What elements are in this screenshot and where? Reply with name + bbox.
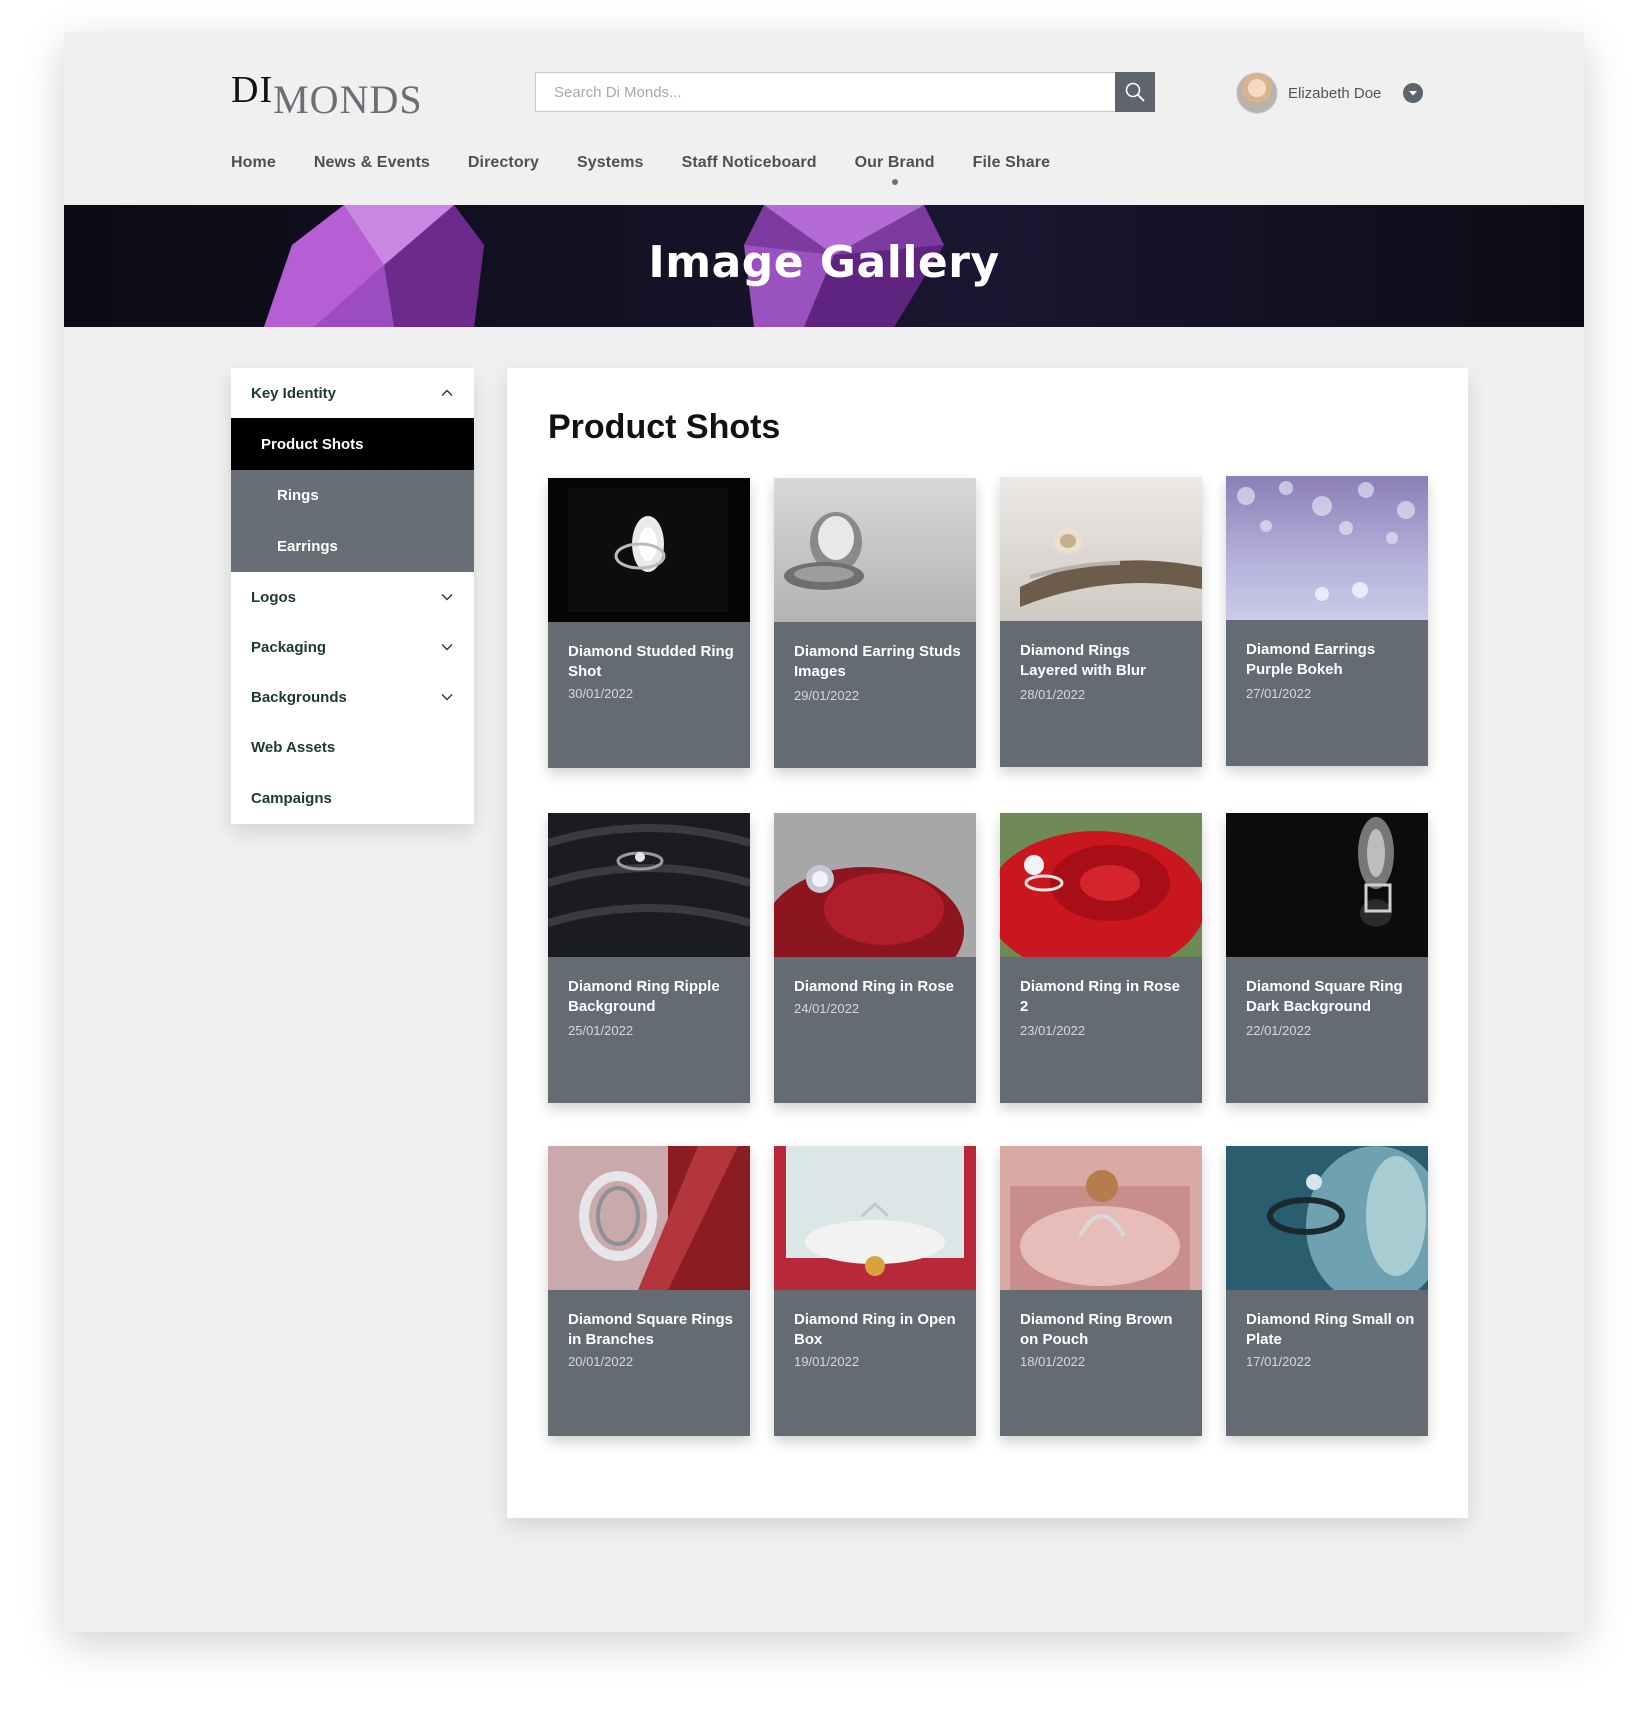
card-thumbnail bbox=[774, 478, 976, 622]
app-frame: DIMONDS Elizabeth Doe Home News & Events… bbox=[64, 32, 1584, 1632]
sidebar-item-label: Packaging bbox=[251, 638, 327, 656]
card-thumbnail bbox=[1226, 476, 1428, 620]
nav-item-our-brand[interactable]: Our Brand bbox=[854, 154, 935, 185]
category-sidebar: Key Identity Product Shots Rings Earring… bbox=[231, 368, 474, 824]
card-date: 27/01/2022 bbox=[1246, 686, 1312, 701]
user-dropdown-button[interactable] bbox=[1403, 83, 1424, 103]
nav-item-file-share[interactable]: File Share bbox=[973, 154, 1050, 184]
sidebar-item-rings[interactable]: Rings bbox=[231, 470, 474, 521]
sidebar-item-label: Product Shots bbox=[261, 435, 364, 453]
chevron-down-icon bbox=[441, 644, 453, 651]
gallery-card[interactable]: Diamond Ring Ripple Background 25/01/202… bbox=[548, 813, 750, 1103]
card-date: 20/01/2022 bbox=[568, 1354, 634, 1369]
sidebar-item-label: Earrings bbox=[277, 538, 338, 555]
card-title: Diamond Ring in Rose bbox=[794, 978, 955, 995]
card-date: 29/01/2022 bbox=[794, 688, 860, 703]
page-title: Image Gallery bbox=[648, 237, 1000, 288]
sidebar-item-product-shots[interactable]: Product Shots bbox=[231, 418, 474, 470]
card-title: Diamond Ring Brown on Pouch bbox=[1020, 1311, 1173, 1348]
card-date: 23/01/2022 bbox=[1020, 1023, 1086, 1038]
logo-text-monds: MONDS bbox=[273, 77, 423, 122]
card-title: Diamond Rings Layered with Blur bbox=[1020, 642, 1146, 679]
chevron-down-icon bbox=[441, 594, 453, 601]
sidebar-item-label: Key Identity bbox=[251, 384, 337, 402]
avatar[interactable] bbox=[1236, 72, 1278, 114]
search-bar bbox=[535, 72, 1155, 112]
card-thumbnail bbox=[548, 1146, 750, 1290]
page-banner: Image Gallery bbox=[64, 205, 1584, 327]
card-thumbnail bbox=[1000, 1146, 1202, 1290]
card-title: Diamond Ring in Rose 2 bbox=[1020, 978, 1181, 1015]
sidebar-item-packaging[interactable]: Packaging bbox=[231, 622, 474, 672]
nav-item-home[interactable]: Home bbox=[231, 154, 276, 184]
card-thumbnail bbox=[548, 813, 750, 957]
search-button[interactable] bbox=[1115, 72, 1155, 112]
card-title: Diamond Square Rings in Branches bbox=[568, 1311, 734, 1348]
gallery-card[interactable]: Diamond Ring Small on Plate 17/01/2022 bbox=[1226, 1146, 1428, 1436]
sidebar-item-campaigns[interactable]: Campaigns bbox=[231, 772, 474, 824]
card-title: Diamond Ring in Open Box bbox=[794, 1311, 956, 1348]
gallery-card[interactable]: Diamond Ring in Open Box 19/01/2022 bbox=[774, 1146, 976, 1436]
card-date: 28/01/2022 bbox=[1020, 687, 1086, 702]
active-nav-indicator bbox=[891, 179, 898, 185]
card-thumbnail bbox=[1226, 813, 1428, 957]
sidebar-item-earrings[interactable]: Earrings bbox=[231, 521, 474, 572]
card-title: Diamond Square Ring Dark Background bbox=[1246, 978, 1403, 1015]
gallery-card[interactable]: Diamond Ring Brown on Pouch 18/01/2022 bbox=[1000, 1146, 1202, 1436]
card-title: Diamond Studded Ring Shot bbox=[568, 643, 734, 680]
main-nav: Home News & Events Directory Systems Sta… bbox=[231, 154, 1088, 185]
gallery-card[interactable]: Diamond Ring in Rose 2 23/01/2022 bbox=[1000, 813, 1202, 1103]
chevron-up-icon bbox=[441, 389, 453, 396]
gallery-card[interactable]: Diamond Earring Studs Images 29/01/2022 bbox=[774, 478, 976, 768]
card-thumbnail bbox=[774, 1146, 976, 1290]
gallery-panel: Product Shots Diamond Studded Ring Shot … bbox=[507, 368, 1468, 1518]
logo[interactable]: DIMONDS bbox=[231, 68, 423, 122]
sidebar-item-web-assets[interactable]: Web Assets bbox=[231, 722, 474, 772]
nav-item-our-brand-label: Our Brand bbox=[854, 154, 935, 171]
card-thumbnail bbox=[1000, 477, 1202, 621]
chevron-down-icon bbox=[441, 694, 453, 701]
card-title: Diamond Ring Ripple Background bbox=[568, 978, 720, 1015]
card-thumbnail bbox=[774, 813, 976, 957]
card-date: 18/01/2022 bbox=[1020, 1354, 1086, 1369]
search-input[interactable] bbox=[535, 72, 1115, 112]
gallery-card[interactable]: Diamond Ring in Rose 24/01/2022 bbox=[774, 813, 976, 1103]
sidebar-item-label: Web Assets bbox=[251, 738, 336, 756]
sidebar-item-label: Logos bbox=[251, 588, 296, 606]
search-icon bbox=[1125, 82, 1145, 102]
gallery-card[interactable]: Diamond Earrings Purple Bokeh 27/01/2022 bbox=[1226, 476, 1428, 766]
chevron-down-icon bbox=[1409, 90, 1418, 95]
sidebar-item-backgrounds[interactable]: Backgrounds bbox=[231, 672, 474, 722]
nav-item-news-events[interactable]: News & Events bbox=[314, 154, 430, 184]
gallery-card[interactable]: Diamond Square Rings in Branches 20/01/2… bbox=[548, 1146, 750, 1436]
logo-text-di: DI bbox=[231, 69, 274, 111]
gallery-card[interactable]: Diamond Square Ring Dark Background 22/0… bbox=[1226, 813, 1428, 1103]
card-date: 22/01/2022 bbox=[1246, 1023, 1312, 1038]
card-thumbnail bbox=[548, 478, 750, 622]
sidebar-item-label: Backgrounds bbox=[251, 688, 347, 706]
nav-item-systems[interactable]: Systems bbox=[577, 154, 644, 184]
card-date: 30/01/2022 bbox=[568, 686, 634, 701]
user-menu[interactable]: Elizabeth Doe bbox=[1236, 72, 1424, 114]
nav-item-staff-noticeboard[interactable]: Staff Noticeboard bbox=[682, 154, 817, 184]
gallery-card[interactable]: Diamond Rings Layered with Blur 28/01/20… bbox=[1000, 477, 1202, 767]
card-title: Diamond Earrings Purple Bokeh bbox=[1246, 641, 1376, 678]
card-title: Diamond Earring Studs Images bbox=[794, 643, 961, 680]
nav-item-directory[interactable]: Directory bbox=[468, 154, 539, 184]
sidebar-item-label: Rings bbox=[277, 487, 319, 504]
sidebar-item-label: Campaigns bbox=[251, 789, 332, 807]
gallery-card[interactable]: Diamond Studded Ring Shot 30/01/2022 bbox=[548, 478, 750, 768]
section-title: Product Shots bbox=[548, 408, 781, 446]
card-date: 24/01/2022 bbox=[794, 1001, 860, 1016]
user-name: Elizabeth Doe bbox=[1288, 84, 1382, 102]
card-thumbnail bbox=[1000, 813, 1202, 957]
card-thumbnail bbox=[1226, 1146, 1428, 1290]
card-date: 25/01/2022 bbox=[568, 1023, 634, 1038]
card-title: Diamond Ring Small on Plate bbox=[1246, 1311, 1415, 1348]
card-date: 17/01/2022 bbox=[1246, 1354, 1312, 1369]
sidebar-item-logos[interactable]: Logos bbox=[231, 572, 474, 622]
card-date: 19/01/2022 bbox=[794, 1354, 860, 1369]
sidebar-item-key-identity[interactable]: Key Identity bbox=[231, 368, 474, 418]
